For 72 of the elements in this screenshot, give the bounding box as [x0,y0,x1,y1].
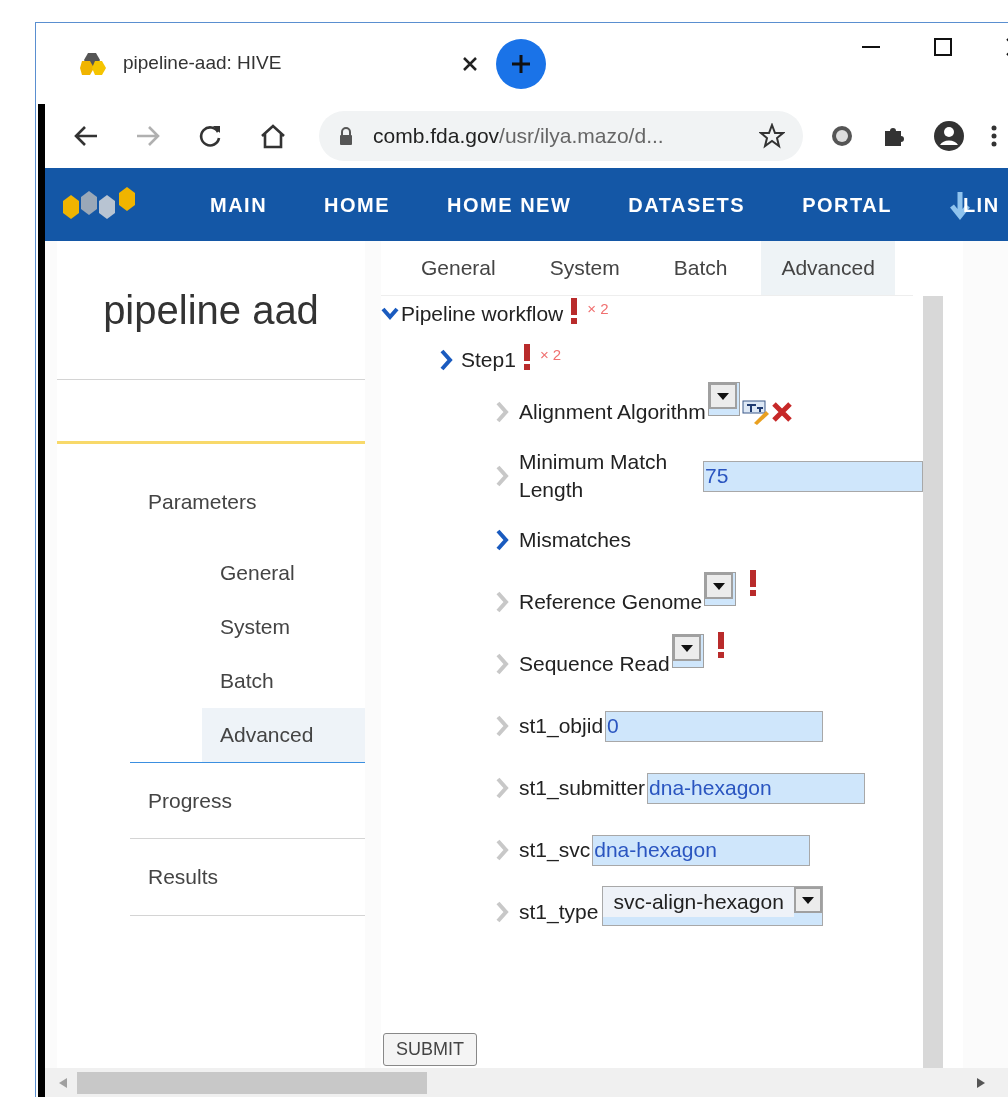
sidebar-subitem[interactable]: Advanced [202,707,365,762]
new-tab-button[interactable] [496,38,546,89]
horizontal-scrollbar[interactable] [45,1068,1008,1097]
nav-link[interactable]: PORTAL [802,189,892,220]
error-count: × 2 [587,299,609,319]
nav-link[interactable]: HOME [324,189,391,220]
caret-icon [801,896,814,904]
sidebar-subitem[interactable]: System [202,599,365,654]
page-title: pipeline aad [57,241,365,380]
text-field[interactable]: 75 [703,460,923,492]
delete-icon[interactable] [770,401,793,423]
dropdown[interactable] [707,382,740,416]
vertical-scrollbar[interactable] [923,296,943,1068]
parameter-label: st1_objid [519,714,604,737]
error-icon [748,570,759,596]
text-field[interactable]: dna-hexagon [647,772,866,804]
reload-icon[interactable] [197,123,223,149]
back-icon[interactable] [73,124,99,148]
parameter-label: Alignment Algorithm [519,400,706,423]
tab[interactable]: Advanced [761,241,895,295]
tab[interactable]: Batch [653,241,748,295]
extension-icon[interactable] [829,123,855,149]
close-icon[interactable] [462,55,478,72]
lock-icon [339,127,353,145]
parameter-label: Sequence Read [519,652,670,675]
tree-node[interactable]: Pipeline workflow [401,298,564,330]
star-icon[interactable] [759,123,785,149]
tab[interactable]: General [401,241,516,295]
sidebar-item[interactable]: Results [130,839,365,915]
select-value: svc-align-hexagon [603,887,794,917]
caret-icon [680,644,693,652]
nav-link[interactable]: DATASETS [628,189,746,220]
parameter-label: Mismatches [519,528,632,551]
error-count: × 2 [539,345,562,365]
address-bar[interactable]: comb.fda.gov/usr/ilya.mazo/d... [319,111,803,161]
sidebar-subitem[interactable]: General [202,545,365,600]
error-icon [715,632,726,658]
maximize-icon[interactable] [933,37,953,57]
caret-icon [716,392,729,400]
scrollbar-thumb[interactable] [77,1071,427,1094]
tab-title: pipeline-aad: HIVE [123,51,283,76]
error-icon [521,344,532,370]
scroll-right-icon[interactable] [977,1077,985,1088]
nav-link[interactable]: HOME NEW [447,189,572,220]
parameter-label: st1_svc [519,838,591,861]
submit-button[interactable]: SUBMIT [383,1033,477,1066]
menu-icon[interactable] [991,124,997,148]
parameter-label: st1_type [519,900,599,923]
parameter-label: Minimum Match Length [519,449,669,503]
nav-link[interactable]: LIN [948,189,1000,220]
sidebar-item[interactable]: Parameters [130,474,365,546]
plus-icon [510,52,532,75]
sidebar-subitem[interactable]: Batch [202,653,365,708]
home-icon[interactable] [259,123,287,149]
profile-icon[interactable] [933,120,965,152]
caret-icon [713,582,726,590]
select-field[interactable]: svc-align-hexagon [602,886,823,926]
parameter-label: Reference Genome [519,590,703,613]
edit-text-icon[interactable] [741,399,770,425]
error-icon [569,298,580,324]
dropdown[interactable] [704,572,737,606]
dropdown[interactable] [671,634,704,668]
hive-favicon-icon [80,50,108,77]
sidebar-item[interactable]: Progress [130,762,365,838]
tab[interactable]: System [529,241,640,295]
url-text: comb.fda.gov/usr/ilya.mazo/d... [373,123,665,150]
nav-link[interactable]: MAIN [210,189,268,220]
tree-node[interactable]: Step1 [461,344,516,376]
text-field[interactable]: 0 [605,710,824,742]
browser-tab[interactable]: pipeline-aad: HIVE [36,23,496,104]
parameter-label: st1_submitter [519,776,646,799]
text-field[interactable]: dna-hexagon [592,834,811,866]
